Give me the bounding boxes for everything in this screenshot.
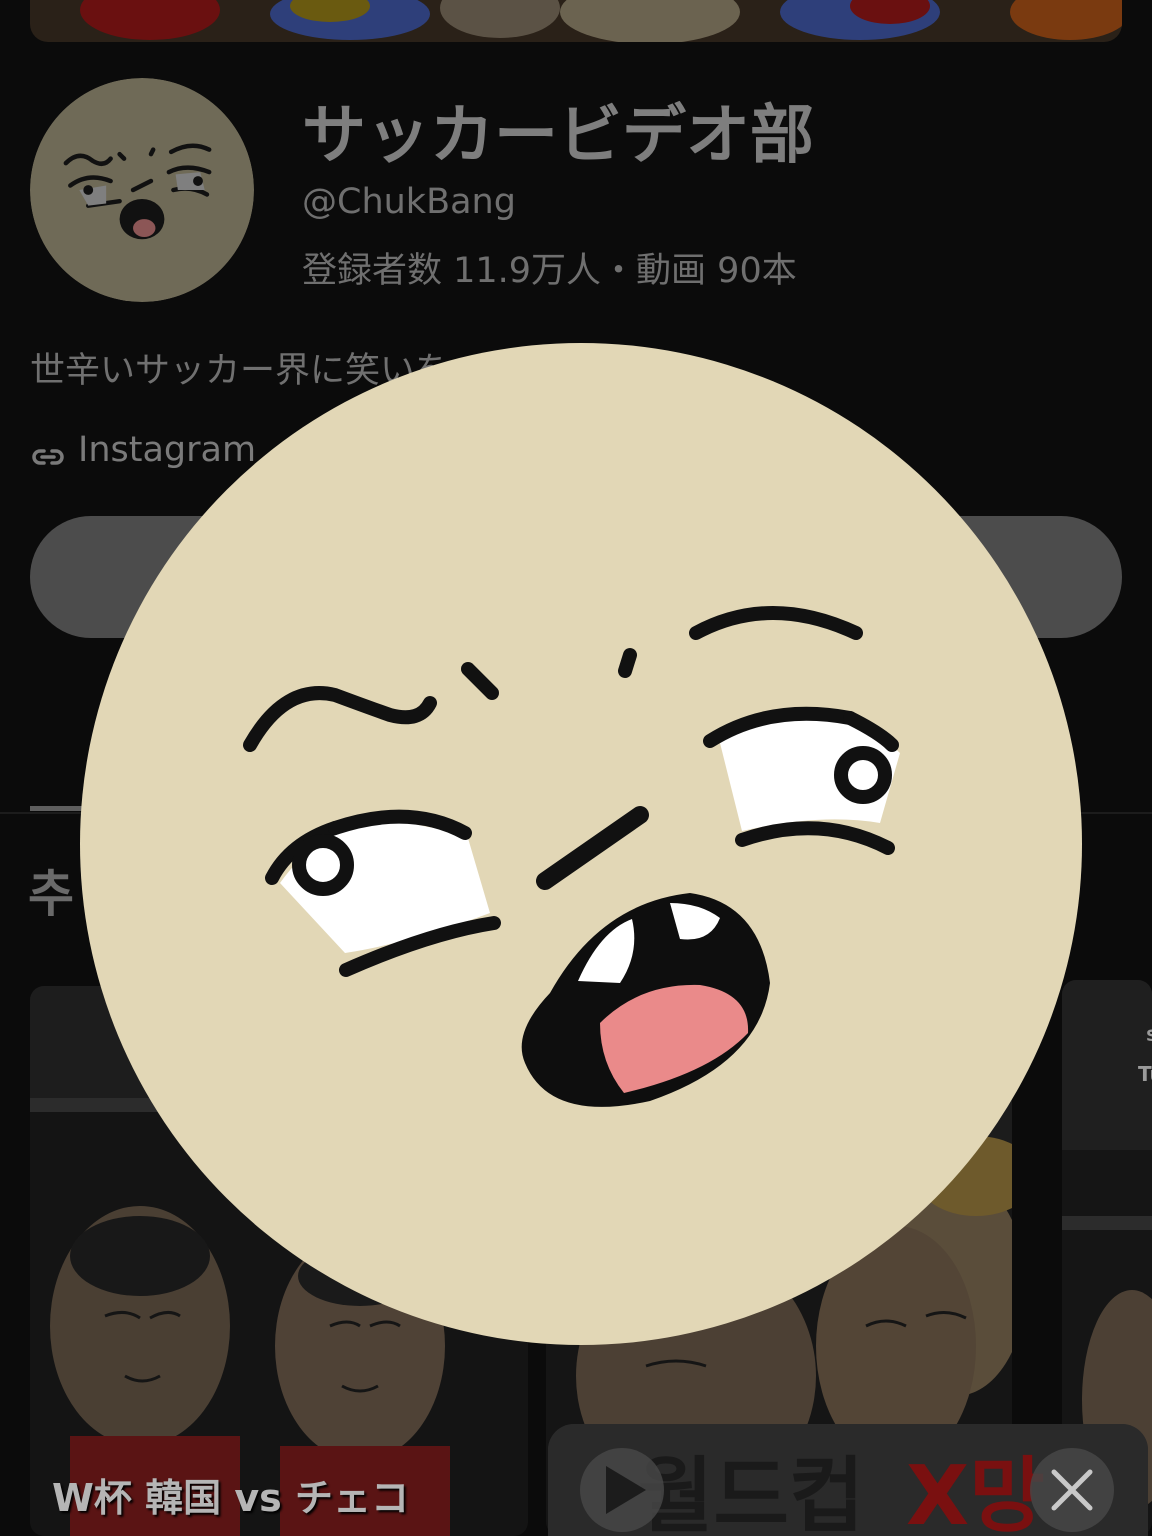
mini-player-play-button[interactable] xyxy=(580,1448,664,1532)
channel-stats: 登録者数 11.9万人・動画 90本 xyxy=(302,251,797,291)
link-icon xyxy=(30,438,66,465)
channel-banner[interactable] xyxy=(30,0,1122,42)
video-title: W杯 韓国 vs チェコ xyxy=(52,1476,409,1520)
mini-player-close-button[interactable] xyxy=(1030,1448,1114,1532)
channel-handle: @ChukBang xyxy=(302,182,516,222)
app-screen: サッカービデオ部 @ChukBang 登録者数 11.9万人・動画 90本 世辛… xyxy=(0,0,1152,1536)
section-heading: 추 xyxy=(28,865,74,923)
video-label: S xyxy=(1146,1026,1152,1045)
channel-avatar[interactable] xyxy=(30,78,254,302)
channel-name: サッカービデオ部 xyxy=(302,99,814,173)
svg-text:X망: X망 xyxy=(906,1449,1045,1536)
svg-text:월드컵: 월드컵 xyxy=(638,1449,864,1536)
cartoon-face-icon xyxy=(80,343,1082,1345)
video-label: Tu xyxy=(1138,1062,1152,1086)
close-icon xyxy=(1051,1469,1093,1511)
play-icon xyxy=(606,1466,646,1514)
